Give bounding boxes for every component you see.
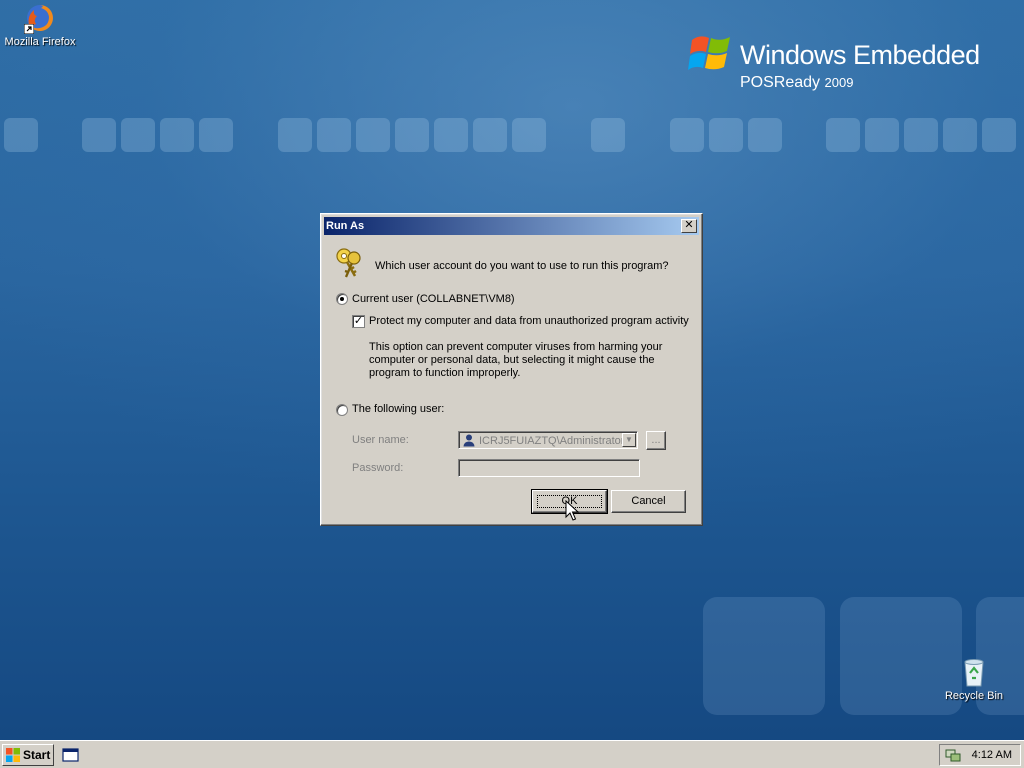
protect-checkbox[interactable]: ✓ — [352, 315, 365, 328]
checkmark-icon: ✓ — [353, 315, 364, 327]
close-icon: ✕ — [684, 219, 694, 231]
clock[interactable]: 4:12 AM — [972, 749, 1012, 761]
windows-embedded-logo: Windows Embedded POSReady 2009 — [688, 30, 1018, 100]
user-icon — [463, 434, 475, 447]
run-as-dialog: Run As ✕ Which user account do you want … — [320, 213, 703, 526]
windows-logo-icon — [6, 748, 20, 762]
desktop-icon-firefox[interactable]: Mozilla Firefox — [0, 2, 80, 48]
taskbar: Start 4:12 AM — [0, 740, 1024, 768]
protect-description-line-2: computer or personal data, but selecting… — [369, 354, 655, 366]
chevron-down-icon[interactable]: ▼ — [622, 433, 636, 447]
close-button[interactable]: ✕ — [681, 219, 697, 233]
desktop-icon-recycle-bin[interactable]: Recycle Bin — [934, 656, 1014, 702]
network-icon[interactable] — [945, 747, 961, 763]
brand-title: Windows Embedded — [740, 40, 980, 70]
shortcut-arrow-icon — [24, 24, 34, 34]
browse-users-button[interactable]: ... — [646, 431, 666, 450]
brand-subtitle: POSReady 2009 — [740, 74, 854, 91]
username-value: ICRJ5FUIAZTQ\Administrator — [479, 435, 625, 447]
password-label: Password: — [352, 462, 404, 474]
system-tray: 4:12 AM — [939, 744, 1021, 766]
dialog-title: Run As — [326, 220, 365, 232]
start-button[interactable]: Start — [2, 744, 54, 766]
dialog-question: Which user account do you want to use to… — [375, 260, 669, 272]
current-user-label[interactable]: Current user (COLLABNET\VM8) — [352, 293, 515, 305]
password-field[interactable] — [458, 459, 640, 477]
mouse-cursor-icon — [565, 500, 579, 521]
protect-label[interactable]: Protect my computer and data from unauth… — [369, 315, 689, 327]
following-user-radio[interactable] — [336, 404, 348, 416]
firefox-icon — [24, 2, 56, 34]
username-combobox[interactable]: ICRJ5FUIAZTQ\Administrator ▼ — [458, 431, 638, 449]
protect-description-line-3: program to function improperly. — [369, 367, 521, 379]
protect-description-line-1: This option can prevent computer viruses… — [369, 341, 663, 353]
windows-flag-icon — [688, 36, 730, 70]
username-label: User name: — [352, 434, 409, 446]
show-desktop-icon[interactable] — [62, 747, 80, 763]
start-label: Start — [23, 748, 51, 762]
current-user-radio[interactable] — [336, 293, 348, 305]
recycle-bin-icon — [958, 656, 990, 688]
following-user-label[interactable]: The following user: — [352, 403, 444, 415]
keys-icon — [336, 248, 361, 278]
dialog-titlebar[interactable]: Run As ✕ — [324, 217, 699, 235]
desktop-icon-label: Recycle Bin — [944, 690, 1004, 702]
desktop-icon-label: Mozilla Firefox — [4, 36, 76, 48]
cancel-button[interactable]: Cancel — [611, 490, 686, 513]
